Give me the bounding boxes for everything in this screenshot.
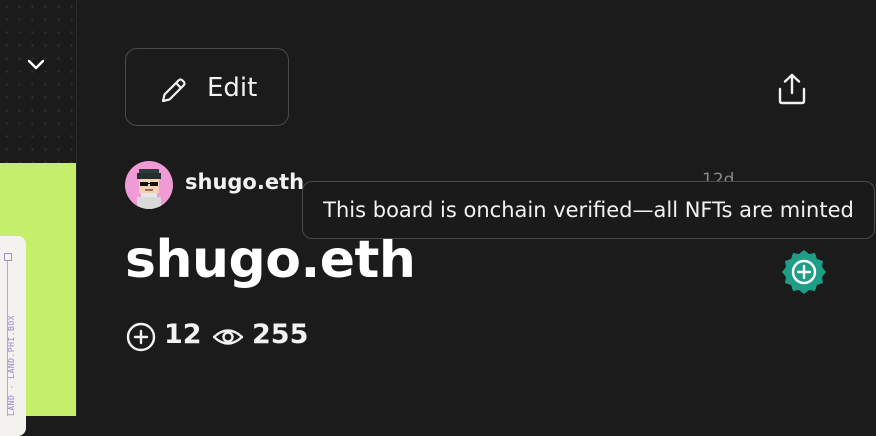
board-title: shugo.eth bbox=[125, 230, 416, 290]
adds-count: 12 bbox=[164, 319, 202, 350]
owner-name[interactable]: shugo.eth bbox=[185, 170, 304, 194]
share-icon[interactable] bbox=[776, 72, 808, 106]
views-count: 255 bbox=[252, 319, 309, 350]
canvas-label: LAND - LAND.PHI.BOX bbox=[7, 314, 16, 416]
verified-badge-icon[interactable] bbox=[781, 249, 827, 295]
eye-icon bbox=[212, 329, 244, 345]
add-circle-icon bbox=[126, 322, 156, 352]
chevron-down-icon[interactable] bbox=[24, 52, 48, 76]
avatar[interactable] bbox=[125, 161, 173, 209]
canvas-node bbox=[4, 253, 12, 261]
edit-label: Edit bbox=[207, 73, 258, 103]
divider bbox=[76, 0, 77, 416]
pencil-icon bbox=[161, 78, 186, 103]
verified-tooltip: This board is onchain verified—all NFTs … bbox=[302, 181, 875, 239]
edit-button[interactable]: Edit bbox=[125, 48, 289, 126]
avatar-pixel-art bbox=[137, 169, 161, 209]
